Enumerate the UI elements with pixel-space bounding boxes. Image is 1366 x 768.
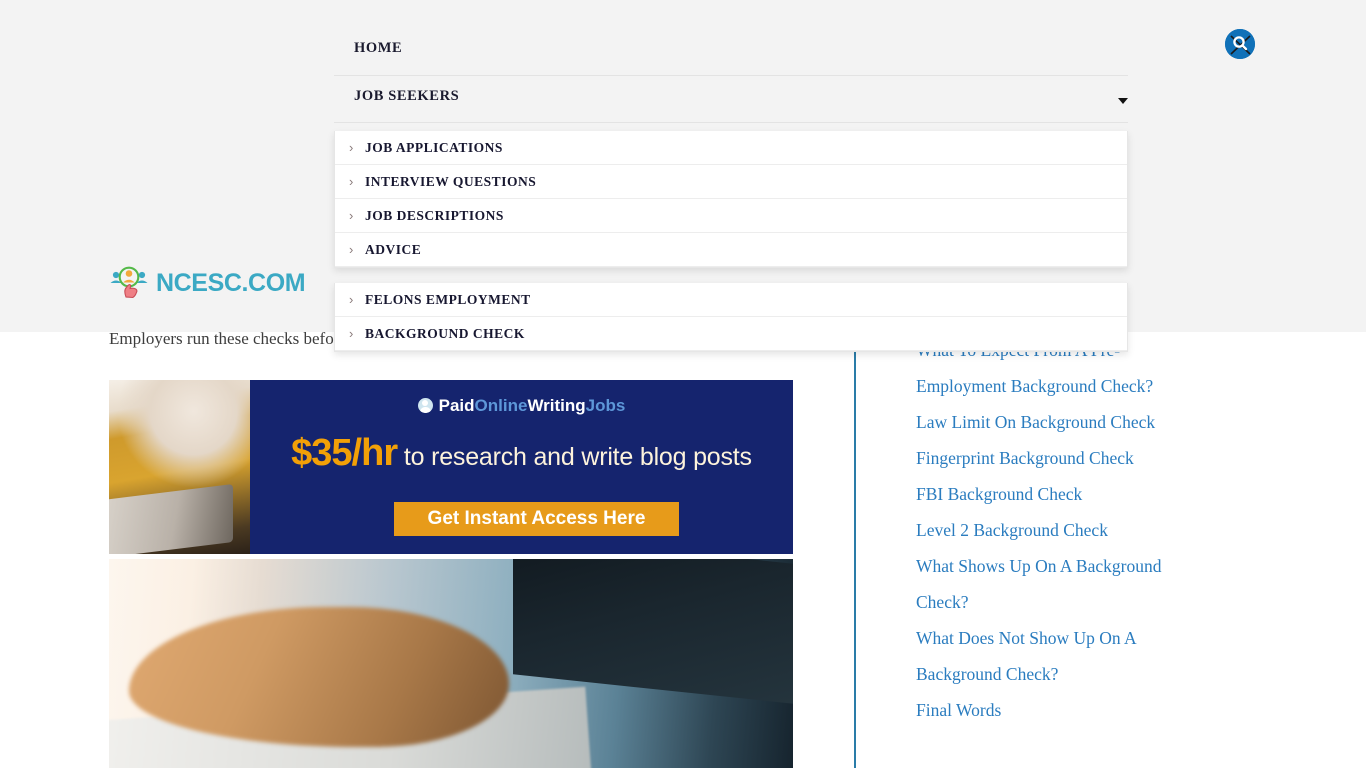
- chevron-down-icon[interactable]: [1118, 98, 1128, 104]
- person-avatar-icon: [417, 398, 433, 413]
- dropdown-item-label: JOB APPLICATIONS: [365, 139, 503, 155]
- site-logo[interactable]: NCESC.COM: [109, 266, 306, 300]
- site-logo-text: NCESC.COM: [156, 268, 306, 297]
- ad-tagline: to research and write blog posts: [397, 443, 752, 471]
- dropdown-item-job-applications[interactable]: › JOB APPLICATIONS: [335, 131, 1127, 165]
- sidebar-link[interactable]: Final Words: [916, 692, 1206, 728]
- ad-rate: $35/hr: [291, 432, 398, 474]
- ad-brand-word-2: Online: [474, 396, 528, 415]
- dropdown-item-label: BACKGROUND CHECK: [365, 325, 525, 341]
- chevron-right-icon: ›: [349, 326, 354, 341]
- dropdown-item-felons-employment[interactable]: › FELONS EMPLOYMENT: [335, 283, 1127, 317]
- sidebar-link[interactable]: Level 2 Background Check: [916, 512, 1206, 548]
- chevron-right-icon: ›: [349, 140, 354, 155]
- table-of-contents-sidebar: What To Expect From A Pre-Employment Bac…: [854, 332, 1254, 768]
- dropdown-item-label: INTERVIEW QUESTIONS: [365, 173, 537, 189]
- nav-divider: [334, 75, 1128, 76]
- secondary-dropdown-menu: › FELONS EMPLOYMENT › BACKGROUND CHECK: [334, 283, 1128, 352]
- ad-photo: [109, 380, 250, 554]
- sidebar-link[interactable]: Law Limit On Background Check: [916, 404, 1206, 440]
- ad-brand-word-1: Paid: [438, 396, 475, 415]
- sidebar-link[interactable]: Fingerprint Background Check: [916, 440, 1206, 476]
- dropdown-item-job-descriptions[interactable]: › JOB DESCRIPTIONS: [335, 199, 1127, 233]
- dropdown-item-label: JOB DESCRIPTIONS: [365, 207, 504, 223]
- dropdown-item-advice[interactable]: › ADVICE: [335, 233, 1127, 267]
- sidebar-link[interactable]: What Shows Up On A Background Check?: [916, 548, 1206, 620]
- dropdown-item-label: FELONS EMPLOYMENT: [365, 291, 531, 307]
- dropdown-item-label: ADVICE: [365, 241, 422, 257]
- sidebar-link[interactable]: FBI Background Check: [916, 476, 1206, 512]
- article-photo: [109, 559, 793, 768]
- search-icon[interactable]: [1225, 29, 1255, 59]
- advertisement-banner[interactable]: PaidOnlineWritingJobs $35/hr to research…: [109, 380, 793, 554]
- dropdown-item-interview-questions[interactable]: › INTERVIEW QUESTIONS: [335, 165, 1127, 199]
- nav-item-job-seekers[interactable]: JOB SEEKERS: [354, 88, 459, 105]
- chevron-right-icon: ›: [349, 174, 354, 189]
- nav-item-home[interactable]: HOME: [354, 40, 402, 57]
- chevron-right-icon: ›: [349, 208, 354, 223]
- ad-headline: $35/hr to research and write blog posts: [250, 432, 793, 475]
- ad-brand-word-4: Jobs: [585, 396, 626, 415]
- ad-cta-button[interactable]: Get Instant Access Here: [394, 502, 679, 536]
- chevron-right-icon: ›: [349, 242, 354, 257]
- chevron-right-icon: ›: [349, 292, 354, 307]
- nav-divider: [334, 122, 1128, 123]
- people-pointer-icon: [109, 266, 149, 300]
- ad-brand-word-3: Writing: [527, 396, 586, 415]
- dropdown-item-background-check[interactable]: › BACKGROUND CHECK: [335, 317, 1127, 351]
- sidebar-link[interactable]: What Does Not Show Up On A Background Ch…: [916, 620, 1206, 692]
- job-seekers-dropdown-menu: › JOB APPLICATIONS › INTERVIEW QUESTIONS…: [334, 131, 1128, 268]
- ad-brand-logo: PaidOnlineWritingJobs: [250, 396, 793, 416]
